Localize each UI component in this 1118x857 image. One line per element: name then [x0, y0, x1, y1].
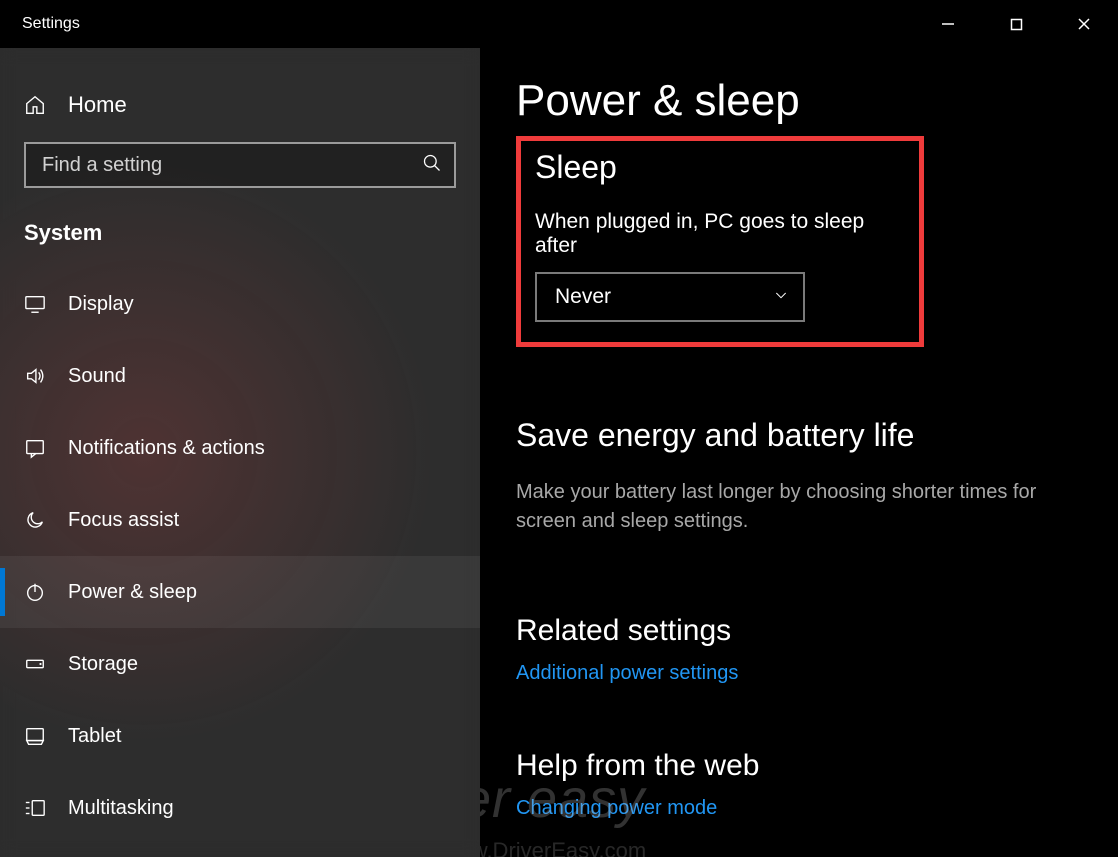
sleep-setting-label: When plugged in, PC goes to sleep after [535, 210, 905, 258]
energy-heading: Save energy and battery life [516, 417, 1070, 454]
sound-icon [24, 365, 46, 387]
watermark-url: www.DriverEasy.com [480, 838, 646, 857]
page-title: Power & sleep [516, 76, 1070, 126]
energy-text: Make your battery last longer by choosin… [516, 478, 1070, 536]
sidebar-item-sound[interactable]: Sound [0, 340, 480, 412]
sleep-heading: Sleep [535, 149, 905, 186]
window-controls [914, 0, 1118, 48]
window-body: Home System Display [0, 48, 1118, 857]
sleep-dropdown[interactable]: Never [535, 272, 805, 322]
content-area: Power & sleep Sleep When plugged in, PC … [480, 48, 1118, 857]
sidebar-item-label: Notifications & actions [68, 437, 265, 460]
home-icon [24, 94, 46, 116]
sidebar-item-storage[interactable]: Storage [0, 628, 480, 700]
sidebar-item-tablet[interactable]: Tablet [0, 700, 480, 772]
sleep-section-highlight: Sleep When plugged in, PC goes to sleep … [516, 136, 924, 347]
additional-power-settings-link[interactable]: Additional power settings [516, 662, 738, 685]
sidebar: Home System Display [0, 48, 480, 857]
display-icon [24, 293, 46, 315]
sidebar-item-label: Storage [68, 653, 138, 676]
search-input[interactable] [42, 154, 422, 177]
chevron-down-icon [773, 287, 789, 308]
sidebar-item-label: Display [68, 293, 134, 316]
watermark-text: driver easy [480, 768, 645, 830]
home-nav[interactable]: Home [0, 80, 480, 142]
storage-icon [24, 653, 46, 675]
sidebar-item-label: Sound [68, 365, 126, 388]
search-icon [422, 153, 442, 178]
notifications-icon [24, 437, 46, 459]
home-label: Home [68, 92, 127, 118]
close-icon [1077, 17, 1091, 31]
category-header: System [0, 212, 480, 268]
window-title: Settings [0, 15, 80, 33]
search-input-wrapper[interactable] [24, 142, 456, 188]
minimize-icon [941, 17, 955, 31]
related-heading: Related settings [516, 614, 1070, 648]
search-container [24, 142, 456, 188]
sidebar-item-label: Focus assist [68, 509, 179, 532]
nav-list: Display Sound Notifications & actions [0, 268, 480, 844]
maximize-icon [1010, 18, 1023, 31]
power-icon [24, 581, 46, 603]
sidebar-item-display[interactable]: Display [0, 268, 480, 340]
multitasking-icon [24, 797, 46, 819]
sidebar-item-label: Power & sleep [68, 581, 197, 604]
settings-window: Settings Home [0, 0, 1118, 857]
tablet-icon [24, 725, 46, 747]
sidebar-item-label: Tablet [68, 725, 121, 748]
focus-assist-icon [24, 509, 46, 531]
sidebar-item-powersleep[interactable]: Power & sleep [0, 556, 480, 628]
close-button[interactable] [1050, 0, 1118, 48]
maximize-button[interactable] [982, 0, 1050, 48]
sleep-dropdown-value: Never [555, 285, 611, 309]
titlebar: Settings [0, 0, 1118, 48]
sidebar-item-notifications[interactable]: Notifications & actions [0, 412, 480, 484]
sidebar-item-label: Multitasking [68, 797, 174, 820]
sidebar-item-multitasking[interactable]: Multitasking [0, 772, 480, 844]
sidebar-item-focusassist[interactable]: Focus assist [0, 484, 480, 556]
minimize-button[interactable] [914, 0, 982, 48]
